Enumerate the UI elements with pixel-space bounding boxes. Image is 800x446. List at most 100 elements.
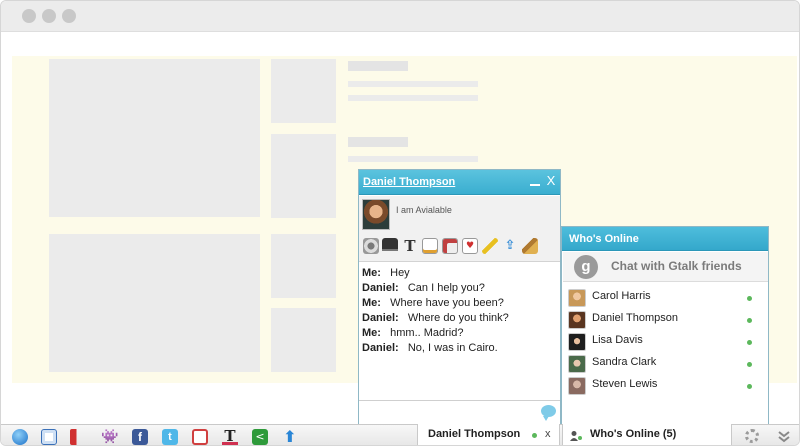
avatar (568, 311, 586, 329)
message-text: Can I help you? (407, 282, 485, 294)
message-sender: Me: (362, 297, 381, 309)
space-invader-icon[interactable]: 👾 (101, 429, 118, 445)
whos-online-panel: Who's Online g Chat with Gtalk friends C… (561, 226, 769, 425)
online-status-dot (747, 296, 752, 301)
window-dot-2[interactable] (42, 9, 56, 23)
friend-name: Daniel Thompson (592, 312, 679, 324)
gtalk-button[interactable]: g Chat with Gtalk friends (563, 252, 768, 282)
placeholder-image (49, 59, 260, 217)
chat-tab-label: Daniel Thompson (428, 428, 521, 440)
online-status-dot (747, 340, 752, 345)
friend-name: Steven Lewis (592, 378, 658, 390)
message-sender: Daniel: (362, 342, 399, 354)
online-status-dot (747, 362, 752, 367)
placeholder-thumb (271, 59, 336, 123)
message-input[interactable] (359, 400, 560, 424)
friend-name: Carol Harris (592, 290, 651, 302)
placeholder-line (348, 61, 408, 71)
contacts-icon[interactable] (41, 429, 57, 445)
placeholder-thumb (271, 308, 336, 372)
friend-item[interactable]: Lisa Davis (568, 331, 758, 353)
pencil-icon[interactable] (482, 238, 498, 254)
globe-icon[interactable] (12, 429, 28, 445)
gtalk-label: Chat with Gtalk friends (611, 259, 742, 273)
minimize-icon[interactable] (530, 177, 540, 187)
friend-name: Lisa Davis (592, 334, 643, 346)
text-icon[interactable]: T (222, 429, 238, 445)
placeholder-line (348, 81, 478, 87)
chat-window: Daniel Thompson X I am Avialable T ♥ ⇪ M… (358, 169, 561, 425)
friend-list: Carol Harris Daniel Thompson Lisa Davis … (568, 287, 758, 397)
whos-online-tab-label: Who's Online (5) (590, 428, 677, 440)
text-format-icon[interactable]: T (402, 238, 418, 254)
chat-contact-name[interactable]: Daniel Thompson (363, 176, 455, 188)
message: Daniel: No, I was in Cairo. (362, 341, 558, 356)
close-icon[interactable]: X (545, 173, 557, 189)
chat-tab[interactable]: Daniel Thompson x (417, 424, 560, 445)
online-status-dot (747, 384, 752, 389)
avatar (568, 355, 586, 373)
online-status-dot (747, 318, 752, 323)
double-chevron-down-icon[interactable] (777, 430, 791, 444)
placeholder-line (348, 137, 408, 147)
browser-window: Daniel Thompson X I am Avialable T ♥ ⇪ M… (0, 0, 800, 446)
share-icon[interactable]: < (252, 429, 268, 445)
broom-icon[interactable] (522, 238, 538, 254)
window-dot-1[interactable] (22, 9, 36, 23)
photo-icon[interactable] (192, 429, 208, 445)
whos-online-tab[interactable]: Who's Online (5) (562, 424, 732, 445)
announcement-icon[interactable] (70, 429, 86, 445)
avatar (568, 333, 586, 351)
placeholder-thumb (271, 134, 336, 218)
friend-item[interactable]: Daniel Thompson (568, 309, 758, 331)
window-dot-3[interactable] (62, 9, 76, 23)
documents-icon[interactable] (442, 238, 458, 254)
google-icon: g (574, 255, 598, 279)
chat-contact-info: I am Avialable T ♥ ⇪ (359, 196, 560, 262)
chat-header: Daniel Thompson X (359, 170, 560, 195)
notepad-icon[interactable] (422, 238, 438, 254)
message-sender: Me: (362, 327, 381, 339)
message: Me: Where have you been? (362, 296, 558, 311)
webcam-icon[interactable] (363, 238, 379, 254)
friend-name: Sandra Clark (592, 356, 657, 368)
avatar (362, 199, 390, 230)
message-sender: Daniel: (362, 282, 399, 294)
bottom-toolbar: 👾 f t T < ⬆ Daniel Thompson x Who's Onli… (1, 424, 799, 445)
whos-online-header[interactable]: Who's Online (562, 227, 768, 251)
avatar (568, 289, 586, 307)
online-status-dot (532, 433, 537, 438)
placeholder-line (348, 95, 478, 101)
close-icon[interactable]: x (545, 428, 551, 440)
playing-card-icon[interactable]: ♥ (462, 238, 478, 254)
placeholder-line (348, 156, 478, 162)
gear-icon[interactable] (745, 429, 759, 443)
message-text: No, I was in Cairo. (407, 342, 498, 354)
placeholder-thumb (271, 234, 336, 298)
message-sender: Me: (362, 267, 381, 279)
message-list: Me: Hey Daniel: Can I help you? Me: Wher… (362, 266, 558, 356)
message-text: Hey (390, 267, 410, 279)
window-titlebar (1, 1, 799, 32)
friend-item[interactable]: Sandra Clark (568, 353, 758, 375)
placeholder-image (49, 234, 260, 372)
message-text: Where do you think? (407, 312, 509, 324)
status-message: I am Avialable (396, 205, 452, 215)
message-sender: Daniel: (362, 312, 399, 324)
monitor-icon[interactable] (382, 238, 398, 254)
message: Me: hmm.. Madrid? (362, 326, 558, 341)
user-online-icon (570, 431, 582, 441)
upload-arrow-icon[interactable]: ⬆ (282, 429, 298, 445)
speech-bubble-icon[interactable] (541, 405, 556, 421)
message: Daniel: Can I help you? (362, 281, 558, 296)
facebook-icon[interactable]: f (132, 429, 148, 445)
friend-item[interactable]: Steven Lewis (568, 375, 758, 397)
message: Me: Hey (362, 266, 558, 281)
friend-item[interactable]: Carol Harris (568, 287, 758, 309)
message-text: hmm.. Madrid? (390, 327, 464, 339)
avatar (568, 377, 586, 395)
upload-icon[interactable]: ⇪ (502, 238, 518, 254)
message-text: Where have you been? (390, 297, 504, 309)
message: Daniel: Where do you think? (362, 311, 558, 326)
twitter-icon[interactable]: t (162, 429, 178, 445)
